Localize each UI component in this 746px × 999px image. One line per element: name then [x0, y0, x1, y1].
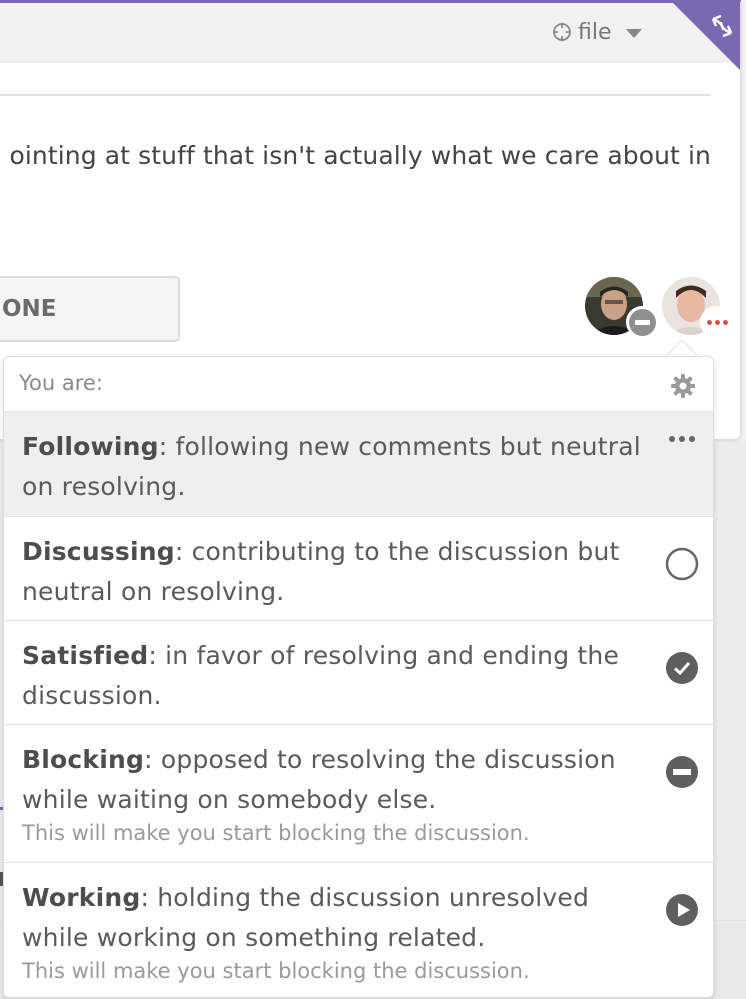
option-working[interactable]: Working: holding the discussion unresolv…: [4, 863, 713, 999]
option-blocking-text: Blocking: opposed to resolving the discu…: [22, 745, 616, 814]
option-discussing[interactable]: Discussing: contributing to the discussi…: [4, 517, 713, 621]
option-satisfied-text: Satisfied: in favor of resolving and end…: [22, 641, 620, 710]
following-status-badge: [700, 306, 734, 338]
option-following-text: Following: following new comments but ne…: [22, 432, 641, 501]
check-circle-icon: [666, 652, 698, 684]
option-discussing-text: Discussing: contributing to the discussi…: [22, 537, 620, 606]
empty-circle-icon: [665, 547, 699, 581]
option-following[interactable]: Following: following new comments but ne…: [4, 412, 713, 517]
minus-circle-icon: [666, 756, 698, 788]
done-button[interactable]: ONE: [0, 276, 180, 342]
option-blocking[interactable]: Blocking: opposed to resolving the discu…: [4, 725, 713, 863]
caret-down-icon: [625, 29, 642, 38]
option-satisfied[interactable]: Satisfied: in favor of resolving and end…: [4, 621, 713, 725]
menu-title: You are:: [19, 371, 103, 395]
option-working-note: This will make you start blocking the di…: [22, 959, 530, 983]
file-link[interactable]: file: [552, 17, 642, 47]
participation-status-menu: You are: Following: following new commen…: [3, 356, 714, 998]
menu-header: You are:: [4, 357, 713, 412]
play-circle-icon: [666, 894, 698, 926]
comment-body: ointing at stuff that isn't actually wha…: [9, 141, 711, 170]
option-blocking-note: This will make you start blocking the di…: [22, 821, 530, 845]
header-divider: [0, 94, 711, 96]
swap-arrows-icon[interactable]: [673, 3, 741, 71]
blocking-status-badge: [626, 306, 658, 338]
file-label: file: [578, 19, 612, 45]
more-dots-icon: [669, 436, 695, 442]
comment-header: file: [0, 3, 740, 70]
crosshair-icon: [553, 23, 571, 41]
gear-icon[interactable]: [670, 373, 696, 399]
option-working-text: Working: holding the discussion unresolv…: [22, 883, 590, 952]
